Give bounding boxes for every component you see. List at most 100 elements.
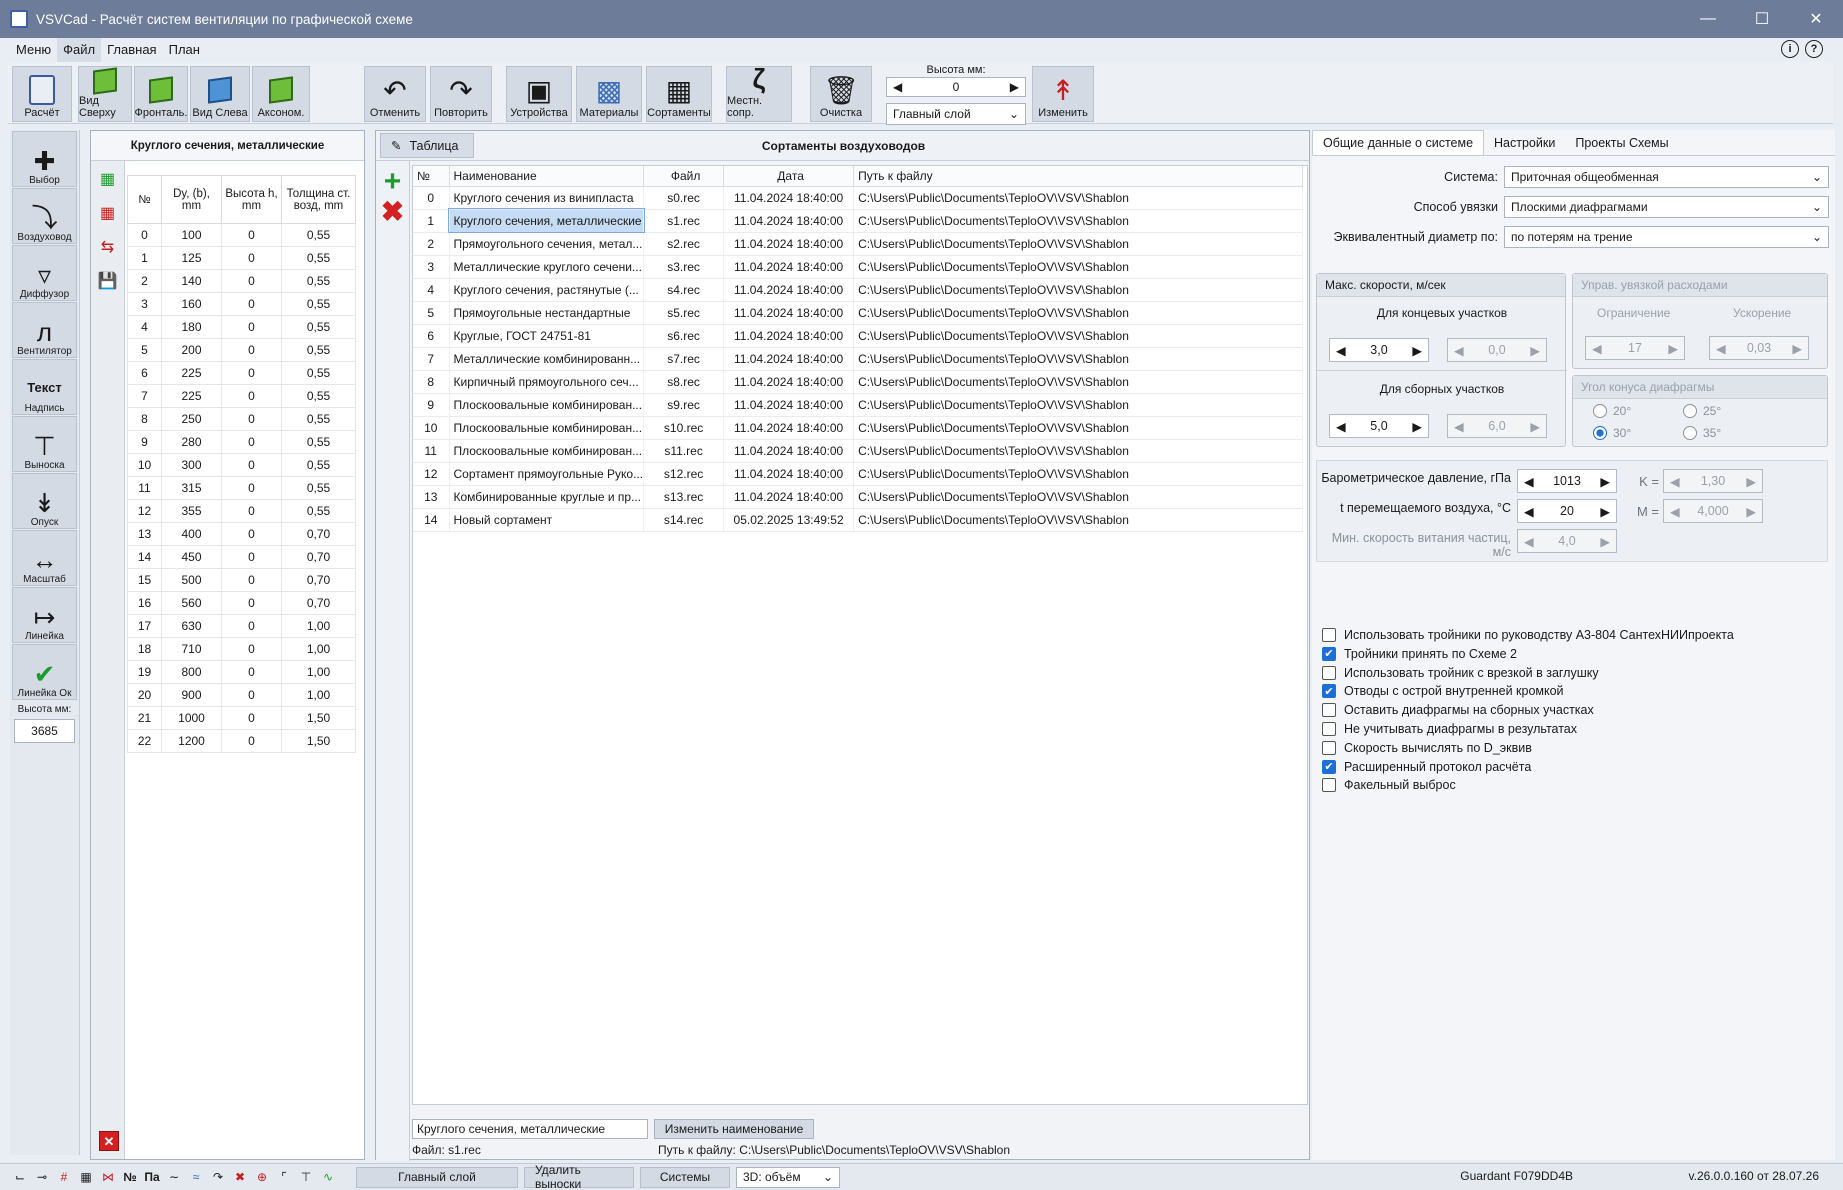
- option-checkbox[interactable]: ✔ Расширенный протокол расчёта: [1322, 759, 1531, 774]
- baro-spinner[interactable]: ◀ 1013 ▶: [1517, 469, 1617, 493]
- table-row[interactable]: 4 180 0 0,55: [127, 315, 356, 339]
- assortment-row[interactable]: 3 Металлические круглого сечени... s3.rec 1…: [413, 255, 1303, 279]
- option-checkbox[interactable]: ✔ Тройники принять по Схеме 2: [1322, 646, 1517, 661]
- tool-diffuser[interactable]: ▿ Диффузор: [12, 245, 77, 301]
- table-row[interactable]: 15 500 0 0,70: [127, 568, 356, 592]
- add-row-icon[interactable]: ▦: [96, 169, 120, 191]
- delete-x-icon[interactable]: ✖: [230, 1167, 250, 1187]
- tool-select[interactable]: ✚ Выбор: [12, 131, 77, 187]
- local-resistance-button[interactable]: ζ Местн. сопр.: [726, 63, 792, 122]
- help-icon[interactable]: ?: [1805, 40, 1823, 58]
- maximize-icon[interactable]: ☐: [1735, 0, 1789, 38]
- clear-button[interactable]: 🗑 Очистка: [810, 66, 872, 122]
- grid-icon[interactable]: ▦: [76, 1167, 96, 1187]
- arrow-left-icon[interactable]: ◀: [893, 80, 902, 94]
- arrow-right-icon[interactable]: ▶: [1010, 80, 1019, 94]
- flow-icon[interactable]: ∼: [164, 1167, 184, 1187]
- rename-button[interactable]: Изменить наименование: [654, 1119, 814, 1139]
- menu-item-home[interactable]: Главная: [101, 38, 162, 62]
- checkbox-checked-icon[interactable]: ✔: [1322, 684, 1336, 699]
- table-row[interactable]: 16 560 0 0,70: [127, 591, 356, 615]
- option-checkbox[interactable]: Скорость вычислять по D_эквив: [1322, 740, 1532, 755]
- checkbox-checked-icon[interactable]: ✔: [1322, 759, 1336, 774]
- table-row[interactable]: 2 140 0 0,55: [127, 269, 356, 293]
- table-row[interactable]: 10 300 0 0,55: [127, 453, 356, 477]
- table-row[interactable]: 22 1200 0 1,50: [127, 729, 356, 753]
- table-row[interactable]: 3 160 0 0,55: [127, 292, 356, 316]
- view-top-button[interactable]: Вид Сверху: [78, 66, 132, 122]
- cone-radio-25[interactable]: 25°: [1683, 404, 1721, 418]
- numbers-icon[interactable]: №: [120, 1167, 140, 1187]
- cone-radio-30[interactable]: 30°: [1593, 426, 1631, 440]
- checkbox-empty-icon[interactable]: [1322, 778, 1336, 793]
- arrow-right-icon[interactable]: ▶: [1412, 343, 1422, 358]
- materials-button[interactable]: ▩ Материалы: [576, 66, 642, 122]
- end-speed-spinner[interactable]: ◀ 3,0 ▶: [1329, 338, 1429, 362]
- table-row[interactable]: 13 400 0 0,70: [127, 522, 356, 546]
- bend-icon[interactable]: ↷: [208, 1167, 228, 1187]
- table-row[interactable]: 6 225 0 0,55: [127, 361, 356, 385]
- delete-icon[interactable]: ✖: [376, 197, 409, 227]
- devices-button[interactable]: ▣ Устройства: [506, 66, 572, 122]
- assortment-row[interactable]: 8 Кирпичный прямоугольного сеч... s8.rec 11…: [413, 370, 1303, 394]
- tab-scheme-projects[interactable]: Проекты Схемы: [1565, 131, 1678, 155]
- tool-duct[interactable]: ⤵ Воздуховод: [12, 188, 77, 244]
- assortment-row[interactable]: 10 Плоскоовальные комбинирован... s10.rec 1…: [413, 416, 1303, 440]
- view-left-button[interactable]: Вид Слева: [190, 66, 250, 122]
- table-row[interactable]: 12 355 0 0,55: [127, 499, 356, 523]
- checkbox-empty-icon[interactable]: [1322, 665, 1336, 680]
- main-layer-button[interactable]: Главный слой: [356, 1166, 518, 1188]
- assortment-row[interactable]: 9 Плоскоовальные комбинирован... s9.rec 11.…: [413, 393, 1303, 417]
- menu-item-plan[interactable]: План: [163, 38, 206, 62]
- table-row[interactable]: 1 125 0 0,55: [127, 246, 356, 270]
- checkbox-empty-icon[interactable]: [1322, 740, 1336, 755]
- table-row[interactable]: 21 1000 0 1,50: [127, 706, 356, 730]
- speed-icon[interactable]: ≈: [186, 1167, 206, 1187]
- cone-radio-35[interactable]: 35°: [1683, 426, 1721, 440]
- height-spinner[interactable]: ◀ 0 ▶: [886, 77, 1026, 97]
- cross-snap-icon[interactable]: ⋈: [98, 1167, 118, 1187]
- redo-button[interactable]: ↷ Повторить: [430, 66, 492, 122]
- elbow-icon[interactable]: ⌜: [274, 1167, 294, 1187]
- assortment-row[interactable]: 13 Комбинированные круглые и пр... s13.rec…: [413, 485, 1303, 509]
- option-checkbox[interactable]: Оставить диафрагмы на сборных участках: [1322, 703, 1594, 718]
- option-checkbox[interactable]: Использовать тройник с врезкой в заглушк…: [1322, 665, 1599, 680]
- tool-scale[interactable]: ↔ Масштаб: [12, 530, 77, 586]
- systems-button[interactable]: Системы: [640, 1166, 730, 1188]
- minimize-icon[interactable]: —: [1681, 0, 1735, 38]
- tool-fan[interactable]: л Вентилятор: [12, 302, 77, 358]
- calc-button[interactable]: Расчёт: [12, 66, 72, 122]
- eqdiam-select[interactable]: по потерям на трение ⌄: [1504, 226, 1829, 248]
- arrow-right-icon[interactable]: ▶: [1412, 419, 1422, 434]
- option-checkbox[interactable]: Факельный выброс: [1322, 778, 1456, 793]
- assortment-row[interactable]: 11 Плоскоовальные комбинирован... s11.rec 1…: [413, 439, 1303, 463]
- checkbox-checked-icon[interactable]: ✔: [1322, 646, 1336, 661]
- arrow-left-icon[interactable]: ◀: [1336, 343, 1346, 358]
- target-icon[interactable]: ⊕: [252, 1167, 272, 1187]
- curve-icon[interactable]: ∿: [318, 1167, 338, 1187]
- system-select[interactable]: Приточная общеобменная ⌄: [1504, 166, 1829, 188]
- tab-table[interactable]: ✎ Таблица: [380, 133, 474, 158]
- assortment-row[interactable]: 12 Сортамент прямоугольные Руко... s12.rec…: [413, 462, 1303, 486]
- table-row[interactable]: 7 225 0 0,55: [127, 384, 356, 408]
- tool-callout[interactable]: ⊤ Выноска: [12, 416, 77, 472]
- assortment-row[interactable]: 7 Металлические комбинированн... s7.rec 11.…: [413, 347, 1303, 371]
- collect-speed-spinner[interactable]: ◀ 5,0 ▶: [1329, 414, 1429, 438]
- arrow-left-icon[interactable]: ◀: [1524, 504, 1534, 519]
- info-icon[interactable]: i: [1781, 40, 1799, 58]
- assortment-name-input[interactable]: Круглого сечения, металлические: [412, 1119, 648, 1139]
- swap-icon[interactable]: ⇆: [96, 237, 120, 259]
- tee-icon[interactable]: ⊤: [296, 1167, 316, 1187]
- grid-snap-icon[interactable]: #: [54, 1167, 74, 1187]
- option-checkbox[interactable]: ✔ Отводы с острой внутренней кромкой: [1322, 684, 1564, 699]
- undo-button[interactable]: ↶ Отменить: [364, 66, 426, 122]
- temp-spinner[interactable]: ◀ 20 ▶: [1517, 499, 1617, 523]
- tool-ruler[interactable]: ↦ Линейка: [12, 587, 77, 643]
- table-row[interactable]: 20 900 0 1,00: [127, 683, 356, 707]
- close-panel-icon[interactable]: ✕: [99, 1131, 119, 1151]
- change-button[interactable]: ↟ Изменить: [1032, 66, 1094, 122]
- table-row[interactable]: 0 100 0 0,55: [127, 223, 356, 247]
- menu-item-file[interactable]: Файл: [57, 38, 102, 62]
- tool-ruler-ok[interactable]: ✔ Линейка Ок: [12, 644, 77, 700]
- assortment-row[interactable]: 0 Круглого сечения из винипласта s0.rec 11.…: [413, 186, 1303, 210]
